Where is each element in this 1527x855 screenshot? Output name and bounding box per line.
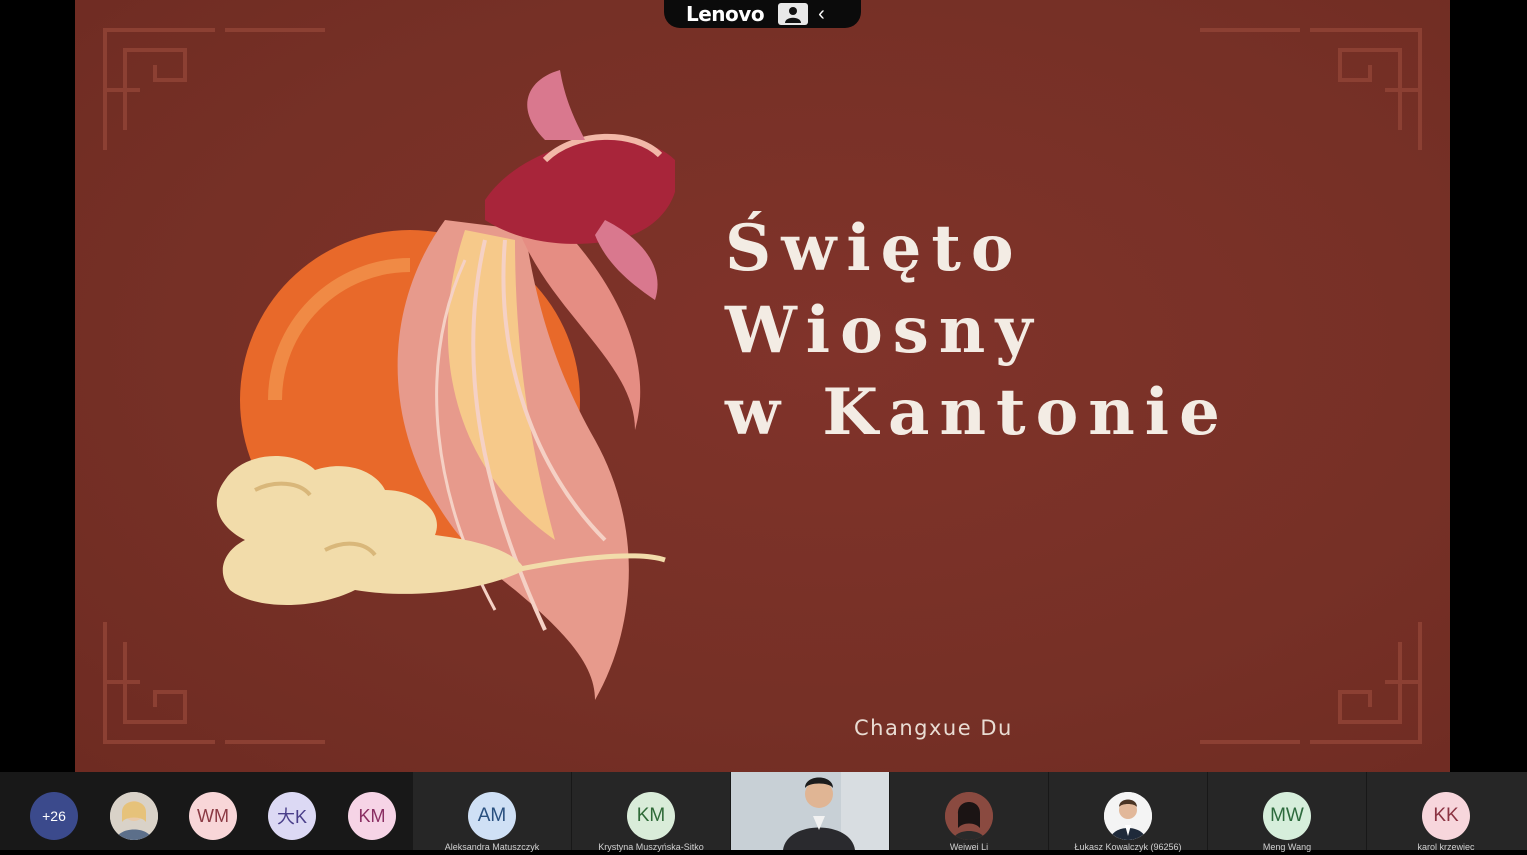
participant-avatar-photo[interactable] bbox=[110, 792, 158, 840]
participant-name: Krystyna Muszyńska-Sitko bbox=[598, 842, 704, 852]
title-line-2: Wiosny bbox=[725, 293, 1043, 368]
participant-tile-lukasz[interactable]: Łukasz Kowalczyk (96256) bbox=[1049, 772, 1207, 852]
participant-tile-mw[interactable]: MW Meng Wang bbox=[1208, 772, 1366, 852]
more-participants-button[interactable]: +26 bbox=[30, 792, 78, 840]
koi-fish-illustration bbox=[215, 70, 678, 710]
participant-video-feed bbox=[731, 772, 889, 850]
participant-tile-am[interactable]: AM Aleksandra Matuszczyk bbox=[413, 772, 571, 852]
participant-tile-kk[interactable]: KK karol krzewiec bbox=[1367, 772, 1527, 852]
participant-tile-km[interactable]: KM Krystyna Muszyńska-Sitko bbox=[572, 772, 730, 852]
participant-tile-video[interactable] bbox=[731, 772, 889, 850]
slide-title: Święto Wiosny w Kantonie bbox=[725, 208, 1230, 454]
participant-tile-weiwei[interactable]: Weiwei Li bbox=[890, 772, 1048, 852]
participant-photo bbox=[945, 792, 993, 840]
person-photo-icon bbox=[1104, 792, 1152, 840]
participant-avatar-wm[interactable]: WM bbox=[189, 792, 237, 840]
person-photo-icon bbox=[110, 792, 158, 840]
participant-initials: AM bbox=[468, 792, 516, 840]
participant-name: Meng Wang bbox=[1262, 842, 1312, 852]
person-photo-icon bbox=[945, 792, 993, 840]
share-brand-label: Lenovo bbox=[686, 2, 765, 26]
presenter-camera-icon[interactable] bbox=[778, 3, 809, 25]
participant-avatar-km[interactable]: KM bbox=[348, 792, 396, 840]
participant-name: Łukasz Kowalczyk (96256) bbox=[1074, 842, 1182, 852]
participant-avatar-dk[interactable]: 大K bbox=[268, 792, 316, 840]
title-line-1: Święto bbox=[725, 211, 1024, 286]
screen-share-bar: Lenovo ‹ bbox=[664, 0, 861, 28]
participant-name: karol krzewiec bbox=[1417, 842, 1475, 852]
corner-ornament-top-right bbox=[1190, 20, 1430, 160]
title-line-3: w Kantonie bbox=[725, 375, 1230, 450]
participants-strip: +26 WM 大K KM AM Aleksandra Matuszczyk KM… bbox=[0, 772, 1527, 852]
participant-initials: KM bbox=[627, 792, 675, 840]
slide-author: Changxue Du bbox=[854, 716, 1013, 740]
participant-name: Weiwei Li bbox=[949, 842, 989, 852]
participant-name: Aleksandra Matuszczyk bbox=[444, 842, 540, 852]
participant-photo bbox=[1104, 792, 1152, 840]
corner-ornament-bottom-right bbox=[1190, 612, 1430, 752]
presentation-slide: Święto Wiosny w Kantonie Changxue Du bbox=[75, 0, 1450, 772]
participant-initials: KK bbox=[1422, 792, 1470, 840]
participant-initials: MW bbox=[1263, 792, 1311, 840]
collapse-chevron-icon[interactable]: ‹ bbox=[818, 4, 825, 24]
